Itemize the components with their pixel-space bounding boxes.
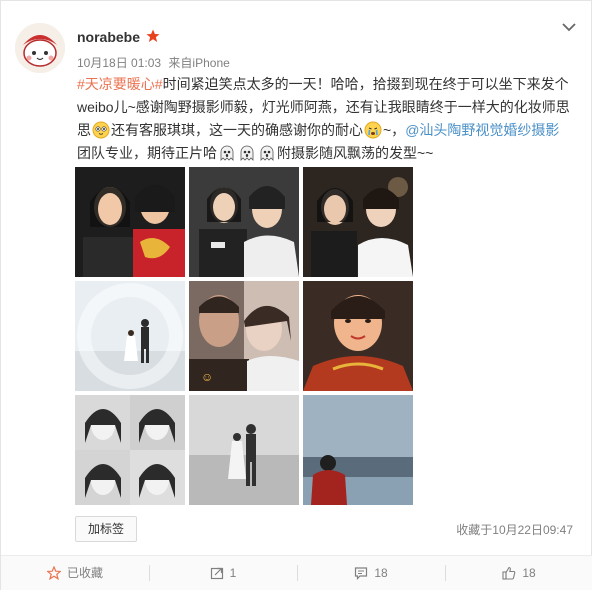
photo-thumbnail[interactable] — [303, 167, 413, 277]
post-text-seg4: 团队专业，期待正片哈 — [77, 145, 217, 161]
chevron-down-icon[interactable] — [561, 21, 577, 33]
favorited-label: 已收藏 — [66, 566, 103, 580]
post-text: #天凉要暖心#时间紧迫笑点太多的一天！哈哈，拾掇到现在终于可以坐下来发个weib… — [77, 73, 577, 165]
photo-thumbnail[interactable] — [75, 395, 185, 505]
photo-thumbnail[interactable] — [75, 167, 185, 277]
ghost-emoji — [220, 145, 234, 161]
comment-button[interactable]: 18 — [297, 556, 445, 590]
post-text-seg2: 还有客服琪琪，这一天的确感谢你的耐心 — [111, 122, 363, 138]
photo-thumbnail[interactable] — [189, 167, 299, 277]
post-source-prefix: 来自 — [168, 56, 193, 70]
photo-thumbnail[interactable] — [303, 281, 413, 391]
crying-face-emoji — [364, 121, 382, 139]
action-bar: 已收藏 1 18 18 — [1, 555, 592, 590]
post-timestamp[interactable]: 10月18日 01:03 — [77, 56, 161, 70]
photo-gallery: ☺ — [75, 167, 415, 507]
photo-thumbnail[interactable] — [189, 395, 299, 505]
username[interactable]: norabebe — [77, 29, 140, 45]
repost-count: 1 — [229, 566, 237, 580]
avatar[interactable] — [15, 23, 65, 73]
favorited-time: 收藏于10月22日09:47 — [456, 523, 573, 537]
photo-thumbnail[interactable] — [303, 395, 413, 505]
like-count: 18 — [522, 566, 536, 580]
repost-icon — [210, 567, 223, 580]
red-star-icon — [146, 29, 160, 42]
post-source[interactable]: iPhone — [192, 56, 229, 70]
favorited-button[interactable]: 已收藏 — [1, 556, 149, 590]
add-tag-button[interactable]: 加标签 — [75, 516, 137, 542]
ghost-emoji — [240, 145, 254, 161]
topic-link[interactable]: #天凉要暖心# — [77, 76, 163, 92]
cute-face-emoji — [92, 121, 110, 139]
photo-thumbnail[interactable] — [75, 281, 185, 391]
comment-count: 18 — [374, 566, 388, 580]
like-button[interactable]: 18 — [445, 556, 592, 590]
post-text-seg5: 附摄影随风飘荡的发型~~ — [277, 145, 434, 161]
weibo-post-card: norabebe 10月18日 01:03 来自iPhone #天凉要暖心#时间… — [0, 0, 592, 590]
ghost-emoji — [260, 145, 274, 161]
post-text-seg3: ~， — [383, 122, 406, 138]
repost-button[interactable]: 1 — [149, 556, 297, 590]
comment-icon — [355, 567, 368, 580]
star-icon — [46, 565, 62, 581]
thumbs-up-icon — [502, 566, 516, 580]
post-meta: 10月18日 01:03 来自iPhone — [77, 54, 234, 71]
photo-thumbnail[interactable]: ☺ — [189, 281, 299, 391]
mention-link[interactable]: @汕头陶野视觉婚纱摄影 — [405, 122, 559, 138]
svg-text:☺: ☺ — [201, 370, 213, 384]
